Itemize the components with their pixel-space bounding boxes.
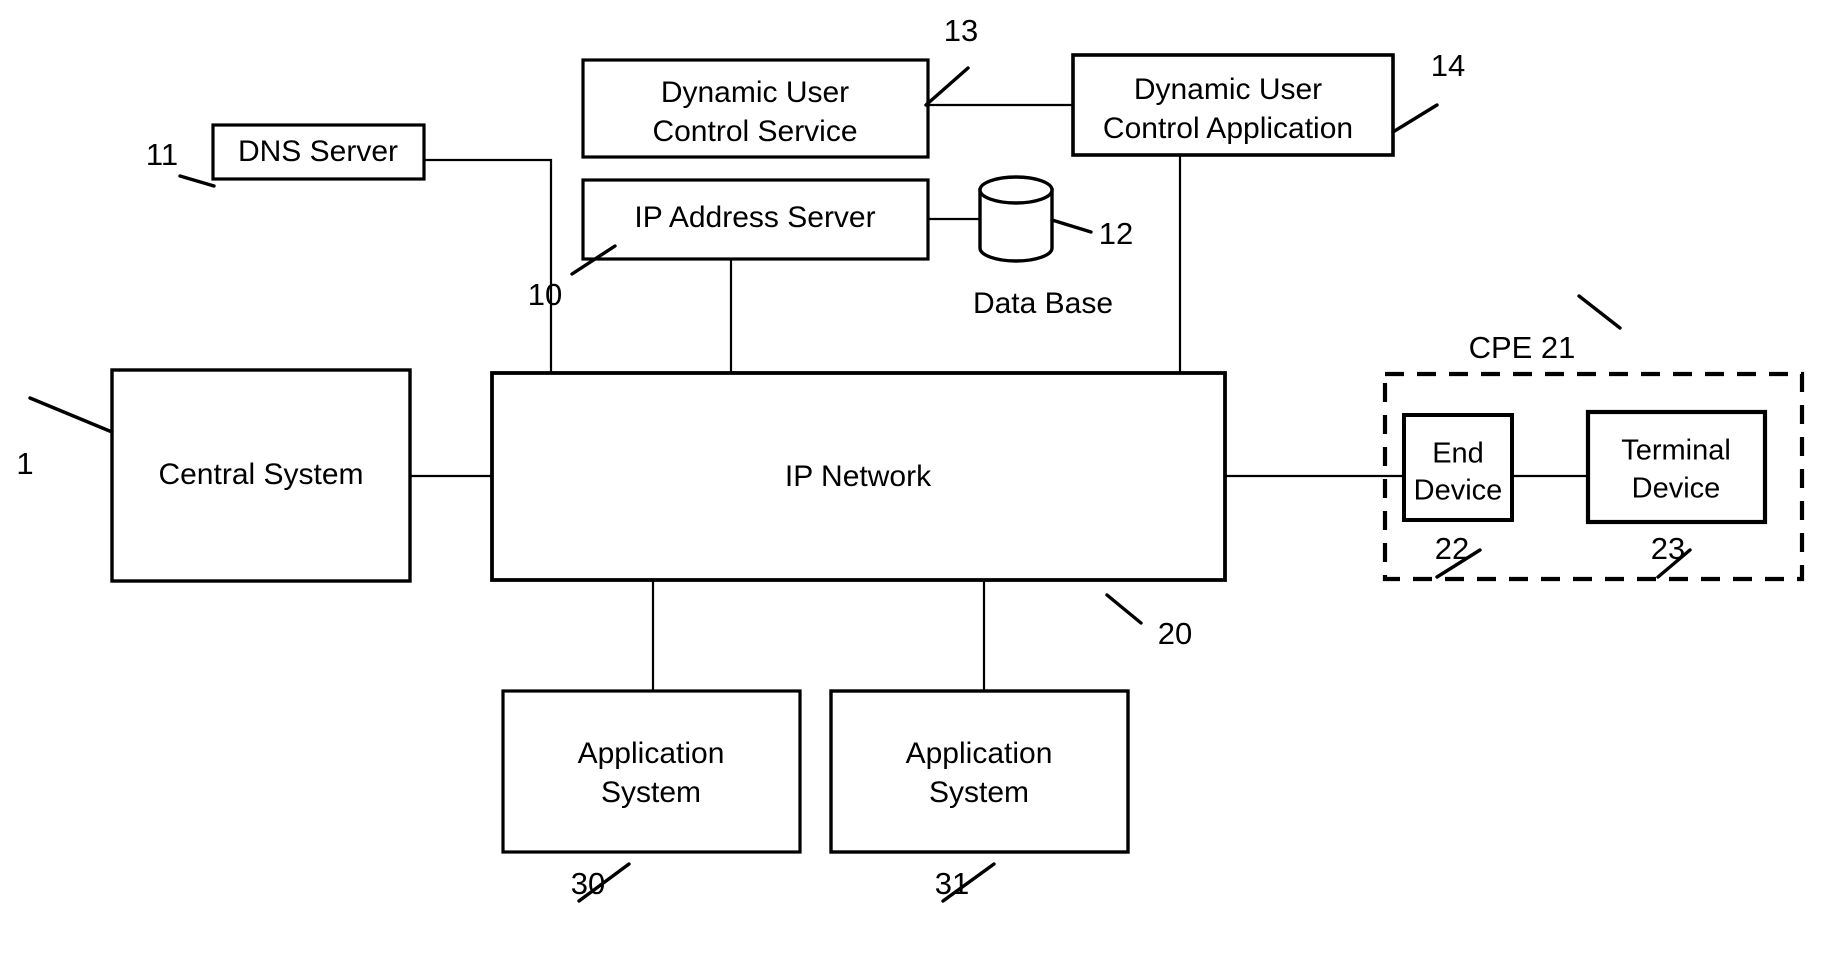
link-dns-to-ip-network	[424, 158, 553, 373]
ref-num-11: 11	[146, 137, 178, 172]
application-system-31-label-line1: Application	[906, 737, 1053, 770]
patent-figure: DNS Server Dynamic User Control Service …	[0, 0, 1848, 962]
node-terminal-device	[1585, 409, 1768, 525]
leader-11	[178, 174, 216, 188]
ip-address-server-label: IP Address Server	[634, 201, 875, 234]
terminal-device-label-line2: Device	[1632, 473, 1721, 505]
end-device-label-line2: Device	[1414, 475, 1503, 507]
node-application-system-31	[829, 689, 1130, 854]
leader-1	[28, 396, 114, 434]
leader-12	[1050, 218, 1093, 234]
ref-num-1: 1	[16, 446, 33, 481]
dynamic-user-control-application-label-line1: Dynamic User	[1134, 73, 1322, 106]
application-system-30-label-line1: Application	[578, 737, 725, 770]
diagram-canvas: DNS Server Dynamic User Control Service …	[16, 13, 1805, 903]
leader-21	[1577, 294, 1622, 330]
ref-num-10: 10	[528, 277, 562, 312]
ip-network-label: IP Network	[785, 460, 932, 493]
ref-num-22: 22	[1435, 531, 1469, 566]
application-system-30-label-line2: System	[601, 776, 701, 809]
ref-num-14: 14	[1431, 48, 1465, 83]
leader-13	[924, 66, 970, 107]
node-database	[978, 175, 1054, 263]
terminal-device-label-line1: Terminal	[1621, 435, 1731, 467]
central-system-label: Central System	[158, 458, 363, 491]
dynamic-user-control-service-label-line1: Dynamic User	[661, 76, 849, 109]
dns-server-label: DNS Server	[238, 135, 398, 168]
ref-num-20: 20	[1158, 616, 1192, 651]
ref-num-30: 30	[571, 866, 605, 901]
database-caption: Data Base	[973, 287, 1113, 320]
cpe-group-label: CPE 21	[1469, 330, 1576, 365]
ref-num-31: 31	[935, 866, 969, 901]
database-cylinder-top	[978, 175, 1054, 205]
leader-20	[1105, 593, 1143, 625]
dynamic-user-control-service-label-line2: Control Service	[652, 115, 857, 148]
end-device-label-line1: End	[1432, 438, 1484, 470]
ref-num-23: 23	[1651, 531, 1685, 566]
ref-num-13: 13	[944, 13, 978, 48]
ref-num-12: 12	[1099, 216, 1133, 251]
dynamic-user-control-application-label-line2: Control Application	[1103, 112, 1353, 145]
node-application-system-30	[501, 689, 802, 854]
application-system-31-label-line2: System	[929, 776, 1029, 809]
leader-14	[1391, 103, 1439, 134]
